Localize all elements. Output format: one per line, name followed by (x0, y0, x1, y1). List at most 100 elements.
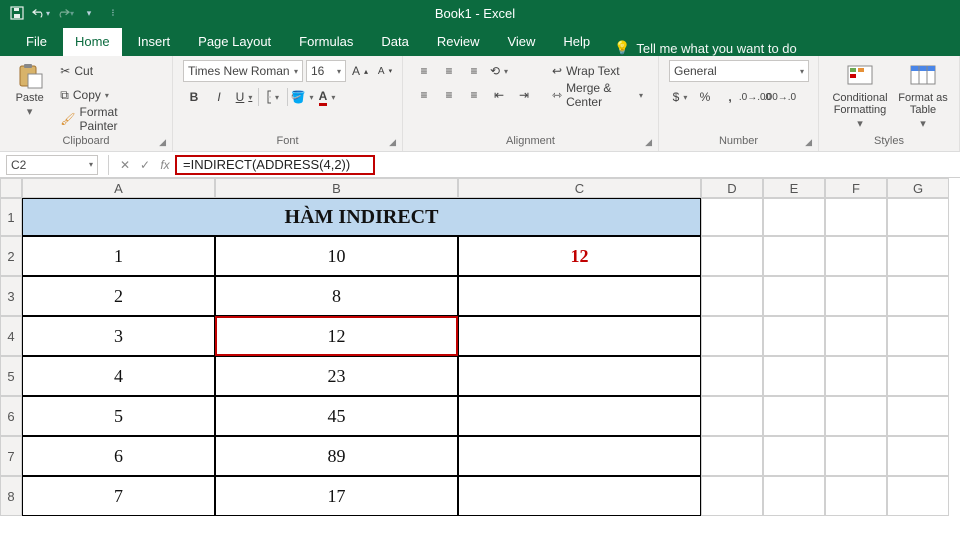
cell-f2[interactable] (825, 236, 887, 276)
cell-f7[interactable] (825, 436, 887, 476)
col-header-a[interactable]: A (22, 178, 215, 198)
tab-review[interactable]: Review (425, 28, 492, 56)
tab-help[interactable]: Help (551, 28, 602, 56)
cell-e7[interactable] (763, 436, 825, 476)
increase-indent-button[interactable]: ⇥ (513, 84, 535, 106)
font-size-combo[interactable]: 16▾ (306, 60, 346, 82)
cell-d6[interactable] (701, 396, 763, 436)
col-header-f[interactable]: F (825, 178, 887, 198)
name-box[interactable]: C2▾ (6, 155, 98, 175)
tab-view[interactable]: View (495, 28, 547, 56)
cell-g8[interactable] (887, 476, 949, 516)
align-middle-button[interactable]: ≡ (438, 60, 460, 82)
cell-b5[interactable]: 23 (215, 356, 458, 396)
borders-button[interactable]: ▾ (262, 86, 284, 108)
dialog-launcher-icon[interactable]: ◢ (805, 137, 812, 148)
dialog-launcher-icon[interactable]: ◢ (159, 137, 166, 148)
tab-page-layout[interactable]: Page Layout (186, 28, 283, 56)
currency-button[interactable]: $▾ (669, 86, 691, 108)
cell-e2[interactable] (763, 236, 825, 276)
cell-d8[interactable] (701, 476, 763, 516)
format-painter-button[interactable]: 🖌Format Painter (55, 108, 162, 130)
number-format-combo[interactable]: General▾ (669, 60, 809, 82)
cell-c4[interactable] (458, 316, 701, 356)
bold-button[interactable]: B (183, 86, 205, 108)
cell-a6[interactable]: 5 (22, 396, 215, 436)
formula-input[interactable]: =INDIRECT(ADDRESS(4,2)) (175, 155, 375, 175)
col-header-e[interactable]: E (763, 178, 825, 198)
font-color-button[interactable]: A▾ (316, 86, 338, 108)
qat-customize-icon[interactable]: ▾ (80, 4, 98, 22)
cell-e4[interactable] (763, 316, 825, 356)
align-top-button[interactable]: ≡ (413, 60, 435, 82)
col-header-g[interactable]: G (887, 178, 949, 198)
redo-icon[interactable]: ▾ (56, 4, 74, 22)
cancel-formula-button[interactable]: ✕ (115, 158, 135, 172)
row-header-8[interactable]: 8 (0, 476, 22, 516)
cell-b6[interactable]: 45 (215, 396, 458, 436)
tab-home[interactable]: Home (63, 28, 122, 56)
cell-e1[interactable] (763, 198, 825, 236)
cell-e5[interactable] (763, 356, 825, 396)
dialog-launcher-icon[interactable]: ◢ (645, 137, 652, 148)
cell-g1[interactable] (887, 198, 949, 236)
decrease-indent-button[interactable]: ⇤ (488, 84, 510, 106)
align-bottom-button[interactable]: ≡ (463, 60, 485, 82)
cell-a8[interactable]: 7 (22, 476, 215, 516)
cell-b7[interactable]: 89 (215, 436, 458, 476)
cell-c8[interactable] (458, 476, 701, 516)
row-header-6[interactable]: 6 (0, 396, 22, 436)
align-left-button[interactable]: ≡ (413, 84, 435, 106)
row-header-5[interactable]: 5 (0, 356, 22, 396)
cell-f4[interactable] (825, 316, 887, 356)
cell-f1[interactable] (825, 198, 887, 236)
cell-title[interactable]: HÀM INDIRECT (22, 198, 701, 236)
paste-button[interactable]: Paste▾ (10, 60, 49, 118)
tab-insert[interactable]: Insert (126, 28, 183, 56)
cell-g4[interactable] (887, 316, 949, 356)
cell-c5[interactable] (458, 356, 701, 396)
fill-color-button[interactable]: 🪣▾ (291, 86, 313, 108)
align-right-button[interactable]: ≡ (463, 84, 485, 106)
tab-file[interactable]: File (14, 28, 59, 56)
cell-g2[interactable] (887, 236, 949, 276)
shrink-font-button[interactable]: A▾ (374, 60, 396, 82)
cell-g7[interactable] (887, 436, 949, 476)
cell-b2[interactable]: 10 (215, 236, 458, 276)
cell-f6[interactable] (825, 396, 887, 436)
cell-f5[interactable] (825, 356, 887, 396)
cell-d1[interactable] (701, 198, 763, 236)
copy-button[interactable]: ⧉Copy▾ (55, 84, 162, 106)
col-header-d[interactable]: D (701, 178, 763, 198)
percent-button[interactable]: % (694, 86, 716, 108)
qat-overflow-icon[interactable]: ⁝ (104, 4, 122, 22)
cell-d4[interactable] (701, 316, 763, 356)
dialog-launcher-icon[interactable]: ◢ (389, 137, 396, 148)
select-all-corner[interactable] (0, 178, 22, 198)
row-header-4[interactable]: 4 (0, 316, 22, 356)
cell-f8[interactable] (825, 476, 887, 516)
cell-e6[interactable] (763, 396, 825, 436)
col-header-c[interactable]: C (458, 178, 701, 198)
row-header-1[interactable]: 1 (0, 198, 22, 236)
row-header-3[interactable]: 3 (0, 276, 22, 316)
cell-f3[interactable] (825, 276, 887, 316)
wrap-text-button[interactable]: ↩Wrap Text (547, 60, 648, 82)
cell-c6[interactable] (458, 396, 701, 436)
cell-b4[interactable]: 12 (215, 316, 458, 356)
cell-b3[interactable]: 8 (215, 276, 458, 316)
undo-icon[interactable]: ▾ (32, 4, 50, 22)
increase-decimal-button[interactable]: .0→.00 (744, 86, 766, 108)
conditional-formatting-button[interactable]: Conditional Formatting▾ (829, 60, 891, 130)
tab-formulas[interactable]: Formulas (287, 28, 365, 56)
grow-font-button[interactable]: A▴ (349, 60, 371, 82)
cell-a4[interactable]: 3 (22, 316, 215, 356)
worksheet-grid[interactable]: A B C D E F G 1 HÀM INDIRECT 2 1 10 12 3… (0, 178, 960, 516)
col-header-b[interactable]: B (215, 178, 458, 198)
cell-d7[interactable] (701, 436, 763, 476)
cell-d3[interactable] (701, 276, 763, 316)
cell-a3[interactable]: 2 (22, 276, 215, 316)
row-header-7[interactable]: 7 (0, 436, 22, 476)
cell-d2[interactable] (701, 236, 763, 276)
cell-c7[interactable] (458, 436, 701, 476)
